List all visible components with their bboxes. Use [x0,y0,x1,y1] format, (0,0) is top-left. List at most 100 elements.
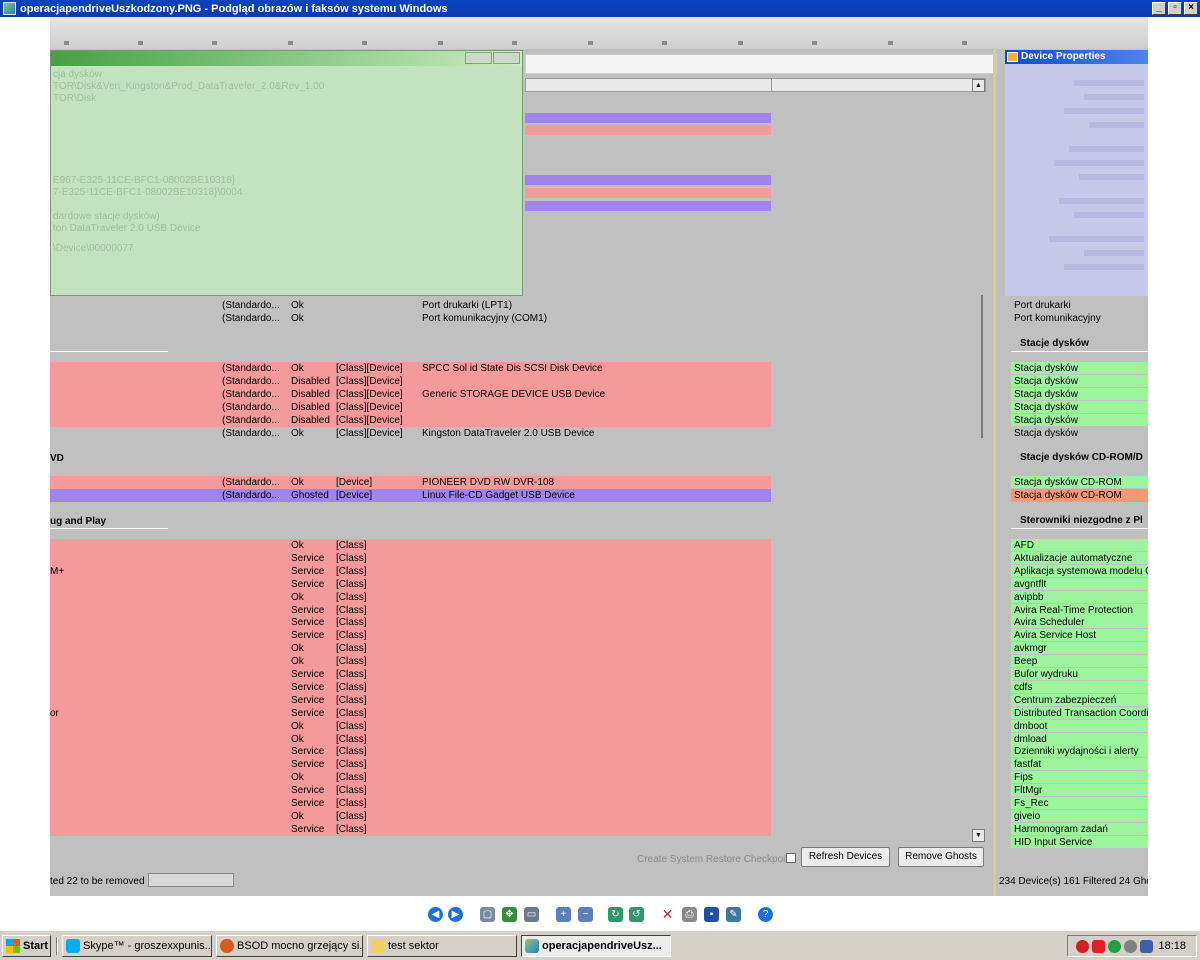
property-row[interactable]: Aktualizacje automatyczne [1011,551,1148,565]
network-icon[interactable] [1108,940,1121,953]
property-row[interactable]: HID Input Service [1011,835,1148,849]
panel-splitter[interactable] [993,47,996,896]
table-row[interactable]: Service [Class] [50,797,771,810]
taskbar-item-image-viewer[interactable]: operacjapendriveUsz... [521,935,671,957]
table-row[interactable]: Ok [Class] [50,539,771,552]
category-header[interactable]: VD [50,453,64,464]
delete-icon[interactable]: ✕ [660,907,675,922]
property-row[interactable]: Distributed Transaction Coordinat [1011,706,1148,720]
property-row[interactable]: Stacja dysków [1011,388,1148,401]
taskbar-item-browser[interactable]: BSOD mocno grzejący si... [216,935,363,957]
property-row[interactable]: Avira Scheduler [1011,616,1148,630]
property-row[interactable]: dmboot [1011,719,1148,733]
security-shield-icon[interactable] [1076,940,1089,953]
property-row[interactable]: Stacja dysków [1011,362,1148,375]
taskbar-item-folder[interactable]: test sektor [367,935,517,957]
edit-icon[interactable]: ✎ [726,907,741,922]
window-titlebar[interactable]: operacjapendriveUszkodzony.PNG - Podgląd… [0,0,1200,17]
print-icon[interactable]: ⎙ [682,907,697,922]
table-row[interactable]: Ok [Class] [50,590,771,604]
table-row[interactable]: (Standardo... Ok Port komunikacyjny (COM1) [50,312,771,325]
update-icon[interactable] [1124,940,1137,953]
property-row[interactable]: FltMgr [1011,784,1148,798]
clock[interactable]: 18:18 [1158,936,1186,956]
table-row[interactable]: (Standardo... Ok [Class][Device] Kingston D… [50,427,771,440]
table-row[interactable]: Ok [Class] [50,809,771,823]
property-row[interactable]: Beep [1011,655,1148,669]
antivirus-icon[interactable] [1092,940,1105,953]
minimize-button[interactable]: _ [1152,2,1166,15]
property-row[interactable]: cdfs [1011,680,1148,694]
property-category[interactable]: Stacje dysków [1020,338,1148,349]
property-row[interactable]: Stacja dysków [1011,414,1148,427]
zoom-out-icon[interactable]: − [578,907,593,922]
property-row[interactable]: avgntflt [1011,577,1148,591]
rotate-clockwise-icon[interactable]: ↻ [608,907,623,922]
save-icon[interactable]: ▪ [704,907,719,922]
property-row[interactable]: avkmgr [1011,642,1148,656]
zoom-in-icon[interactable]: + [556,907,571,922]
table-row[interactable]: (Standardo... Ok Port drukarki (LPT1) [50,299,771,312]
property-row[interactable]: Port komunikacyjny [1011,312,1148,325]
table-row[interactable]: Service [Class] [50,745,771,759]
table-row[interactable]: (Standardo... Ghosted [Device] Linux File-C… [50,489,771,502]
table-row[interactable]: M+ Service [Class] [50,564,771,578]
property-row[interactable]: Stacja dysków [1011,375,1148,388]
rotate-counterclockwise-icon[interactable]: ↺ [629,907,644,922]
property-row[interactable]: AFD [1011,539,1148,552]
table-row[interactable]: (Standardo... Disabled [Class][Device] Gene… [50,388,771,401]
best-fit-icon[interactable]: ▢ [480,907,495,922]
table-row[interactable]: Ok [Class] [50,642,771,656]
property-row[interactable]: Stacja dysków CD-ROM [1011,489,1148,502]
table-row[interactable]: (Standardo... Disabled [Class][Device] [50,401,771,414]
table-row[interactable]: Service [Class] [50,577,771,591]
table-row[interactable]: Service [Class] [50,758,771,772]
table-row[interactable]: (Standardo... Disabled [Class][Device] [50,414,771,427]
scrollbar-track[interactable] [981,295,983,438]
property-row[interactable]: Stacja dysków [1011,401,1148,414]
table-row[interactable]: Ok [Class] [50,655,771,669]
property-row[interactable]: Aplikacja systemowa modelu COM [1011,564,1148,578]
table-row[interactable]: Service [Class] [50,551,771,565]
property-row[interactable]: Bufor wydruku [1011,668,1148,681]
close-button[interactable]: × [1184,2,1198,15]
property-row[interactable]: dmload [1011,732,1148,746]
table-row[interactable]: (Standardo... Ok [Class][Device] SPCC Sol i… [50,362,771,375]
property-row[interactable]: Port drukarki [1011,299,1148,312]
property-row[interactable]: Harmonogram zadań [1011,822,1148,836]
table-row[interactable]: Ok [Class] [50,732,771,746]
property-row[interactable]: Fips [1011,771,1148,785]
table-row[interactable]: Service [Class] [50,680,771,694]
table-row[interactable]: Ok [Class] [50,719,771,733]
table-row[interactable]: Service [Class] [50,668,771,681]
scroll-up-icon[interactable]: ▲ [972,79,985,92]
property-category[interactable]: Sterowniki niezgodne z Pl [1020,515,1148,526]
property-row[interactable]: fastfat [1011,758,1148,772]
category-header[interactable]: ug and Play [50,516,106,527]
table-row[interactable]: (Standardo... Disabled [Class][Device] [50,375,771,388]
maximize-button[interactable]: ▫ [1168,2,1182,15]
property-row[interactable]: Stacja dysków [1011,427,1148,440]
restore-checkpoint-checkbox[interactable] [786,853,796,863]
tray-app-icon[interactable] [1140,940,1153,953]
table-row[interactable]: Service [Class] [50,603,771,617]
refresh-devices-button[interactable]: Refresh Devices [801,847,890,867]
remove-ghosts-button[interactable]: Remove Ghosts [898,847,984,867]
previous-image-icon[interactable]: ◀ [428,907,443,922]
property-row[interactable]: Dzienniki wydajności i alerty [1011,745,1148,759]
property-row[interactable]: avipbb [1011,590,1148,604]
table-row[interactable]: or Service [Class] [50,706,771,720]
property-row[interactable]: Avira Service Host [1011,629,1148,643]
table-row[interactable]: (Standardo... Ok [Device] PIONEER DVD RW DV… [50,476,771,489]
help-icon[interactable]: ? [758,907,773,922]
table-row[interactable]: Service [Class] [50,822,771,836]
table-row[interactable]: Ok [Class] [50,771,771,785]
property-row[interactable]: Avira Real-Time Protection [1011,603,1148,617]
table-row[interactable]: Service [Class] [50,784,771,798]
property-row[interactable]: Stacja dysków CD-ROM [1011,476,1148,489]
property-category[interactable]: Stacje dysków CD-ROM/D [1020,452,1148,463]
property-row[interactable]: Centrum zabezpieczeń [1011,693,1148,707]
table-row[interactable]: Service [Class] [50,629,771,643]
filter-box[interactable] [525,54,997,74]
actual-size-icon[interactable]: ✥ [502,907,517,922]
